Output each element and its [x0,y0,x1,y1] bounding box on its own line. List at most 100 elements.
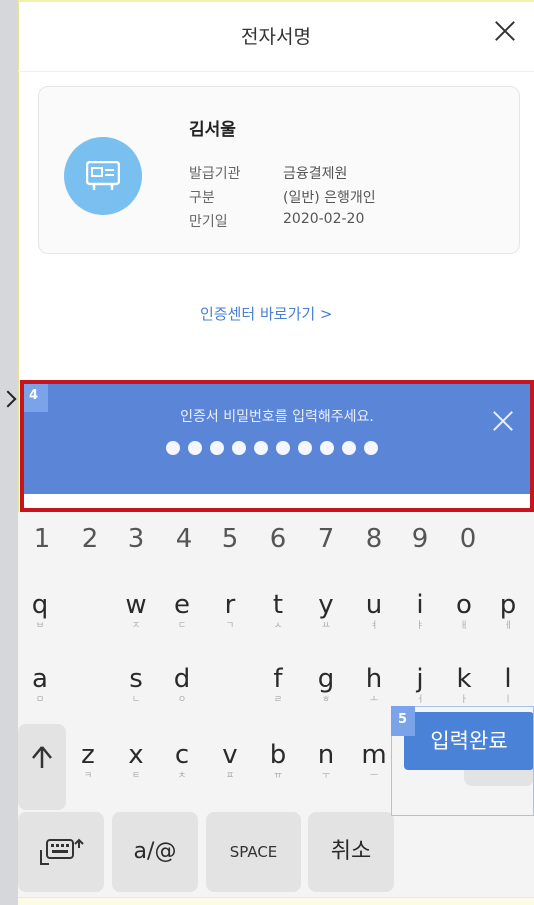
close-icon[interactable] [490,16,520,46]
key-hangul: ㅈ [131,621,141,631]
cert-issuer-value: 금융결제원 [283,166,348,182]
cert-expiry-row: 만기일 2020-02-20 [189,211,364,231]
letter-key[interactable]: nㅜ [304,740,348,782]
cert-center-link[interactable]: 인증센터 바로가기 > [200,303,333,324]
key-hangul: ㅔ [503,621,513,631]
symbol-key[interactable]: a/@ [112,812,198,892]
letter-key[interactable]: fㄹ [256,664,300,706]
letter-key[interactable]: lㅣ [486,664,530,706]
number-key[interactable]: 9 [400,524,440,554]
cert-expiry-value: 2020-02-20 [283,211,365,227]
key-letter: b [269,740,287,770]
letter-key[interactable]: wㅈ [114,590,158,632]
key-letter: j [416,664,424,694]
letter-key[interactable]: cㅊ [160,740,204,782]
letter-key[interactable]: jㅓ [398,664,442,706]
annotation-badge: 4 [24,384,48,412]
phone-bottom-edge [18,897,534,905]
password-dot [210,441,224,455]
key-letter: q [31,590,49,620]
key-hangul: ㄷ [177,621,187,631]
key-hangul: ㅛ [321,621,331,631]
key-hangul: ㅑ [415,621,425,631]
space-key-label: SPACE [229,843,278,861]
letter-key[interactable]: yㅛ [304,590,348,632]
annotation-badge: 5 [391,706,415,736]
letter-key[interactable]: kㅏ [442,664,486,706]
letter-key[interactable]: dㅇ [160,664,204,706]
virtual-keyboard: a/@ SPACE 취소 입력완료 5 1234567890qㅂwㅈeㄷrㄱtㅅ… [18,512,534,897]
key-letter: s [129,664,143,694]
cert-type-label: 구분 [189,190,215,206]
key-letter: d [173,664,191,694]
key-letter: r [224,590,236,620]
password-dot [188,441,202,455]
key-hangul: ㅊ [177,771,187,781]
letter-key[interactable]: sㄴ [114,664,158,706]
key-hangul: ㅕ [369,621,379,631]
letter-key[interactable]: gㅎ [304,664,348,706]
key-letter: a [32,664,48,694]
password-dot [166,441,180,455]
letter-key[interactable]: eㄷ [160,590,204,632]
password-dot [298,441,312,455]
cert-issuer-row: 발급기관 금융결제원 [189,163,347,183]
number-key[interactable]: 0 [448,524,488,554]
letter-key[interactable]: uㅕ [352,590,396,632]
submit-button[interactable]: 입력완료 [404,712,534,770]
number-key[interactable]: 8 [354,524,394,554]
password-entry-bar[interactable]: 인증서 비밀번호를 입력해주세요. [24,384,530,494]
number-key[interactable]: 4 [164,524,204,554]
letter-key[interactable]: xㅌ [114,740,158,782]
letter-key[interactable]: hㅗ [352,664,396,706]
number-key[interactable]: 6 [258,524,298,554]
key-hangul: ㅇ [177,695,187,705]
password-prompt: 인증서 비밀번호를 입력해주세요. [180,409,374,425]
key-hangul: ㅂ [35,621,45,631]
number-key[interactable]: 7 [306,524,346,554]
cert-expiry-label: 만기일 [189,214,228,230]
letter-key[interactable]: tㅅ [256,590,300,632]
letter-key[interactable]: oㅐ [442,590,486,632]
key-hangul: ㅗ [369,695,379,705]
number-key[interactable]: 5 [210,524,250,554]
key-letter: p [499,590,517,620]
left-gutter [0,0,18,905]
letter-key[interactable]: zㅋ [66,740,110,782]
letter-key[interactable]: iㅑ [398,590,442,632]
key-hangul: ㅋ [83,771,93,781]
shift-key[interactable] [18,724,66,810]
letter-key[interactable]: bㅠ [256,740,300,782]
key-letter: y [318,590,334,620]
key-letter: f [273,664,283,694]
number-key[interactable]: 2 [70,524,110,554]
key-letter: h [365,664,383,694]
letter-key[interactable]: aㅁ [18,664,62,706]
keyboard-switch-icon [40,838,84,865]
key-letter: m [361,740,387,770]
letter-key[interactable]: qㅂ [18,590,62,632]
close-icon[interactable] [490,408,516,434]
keyboard-switch-key[interactable] [18,812,104,892]
letter-key[interactable]: pㅔ [486,590,530,632]
space-key[interactable]: SPACE [206,812,301,892]
key-hangul: ㅐ [459,621,469,631]
key-hangul: ㅌ [131,771,141,781]
letter-key[interactable]: mㅡ [352,740,396,782]
cert-type-value: (일반) 은행개인 [283,190,376,206]
key-letter: w [125,590,147,620]
symbol-key-label: a/@ [133,839,177,864]
key-hangul: ㅡ [369,771,379,781]
key-letter: z [81,740,95,770]
password-dot [232,441,246,455]
key-hangul: ㅏ [459,695,469,705]
certificate-card[interactable]: 김서울 발급기관 금융결제원 구분 (일반) 은행개인 만기일 2020-02-… [38,86,520,254]
letter-key[interactable]: rㄱ [208,590,252,632]
letter-key[interactable]: vㅍ [208,740,252,782]
number-key[interactable]: 3 [116,524,156,554]
number-key[interactable]: 1 [22,524,62,554]
key-hangul: ㅅ [273,621,283,631]
certificate-owner-name: 김서울 [189,120,236,140]
key-letter: n [317,740,335,770]
cancel-key[interactable]: 취소 [308,812,394,892]
